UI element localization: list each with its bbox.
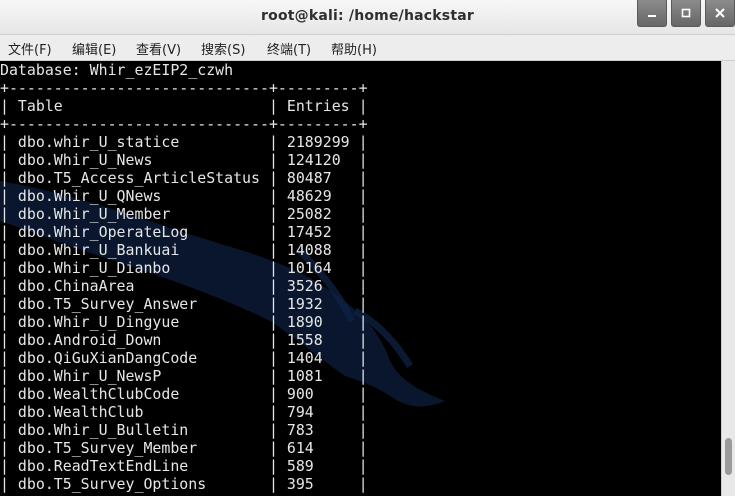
window-controls	[633, 0, 735, 28]
table-header: | Table | Entries |	[0, 97, 368, 115]
table-row: | dbo.whir_U_statice | 2189299 |	[0, 133, 368, 151]
minimize-icon[interactable]	[637, 0, 667, 27]
table-row: | dbo.Whir_OperateLog | 17452 |	[0, 223, 368, 241]
table-row: | dbo.QiGuXianDangCode | 1404 |	[0, 349, 368, 367]
menu-search[interactable]: 搜索(S)	[201, 39, 245, 58]
terminal-area[interactable]: Database: Whir_ezEIP2_czwh +------------…	[0, 61, 721, 496]
menu-view[interactable]: 查看(V)	[136, 39, 181, 58]
table-row: | dbo.WealthClub | 794 |	[0, 403, 368, 421]
menu-edit[interactable]: 编辑(E)	[72, 39, 116, 58]
table-border-top: +-----------------------------+---------…	[0, 79, 368, 97]
table-row: | dbo.Whir_U_Dingyue | 1890 |	[0, 313, 368, 331]
table-row: | dbo.Whir_U_NewsP | 1081 |	[0, 367, 368, 385]
table-row: | dbo.Whir_U_News | 124120 |	[0, 151, 368, 169]
table-row: | dbo.Whir_U_Bankuai | 14088 |	[0, 241, 368, 259]
table-row: | dbo.T5_Survey_Member | 614 |	[0, 439, 368, 457]
table-row: | dbo.T5_Access_ArticleStatus | 80487 |	[0, 169, 368, 187]
menu-help[interactable]: 帮助(H)	[331, 39, 377, 58]
table-row: | dbo.T5_Survey_Options | 395 |	[0, 475, 368, 493]
table-border-mid: +-----------------------------+---------…	[0, 115, 368, 133]
table-row: | dbo.Whir_U_Member | 25082 |	[0, 205, 368, 223]
close-icon[interactable]	[705, 0, 735, 27]
table-row: | dbo.Whir_U_Bulletin | 783 |	[0, 421, 368, 439]
scrollbar-thumb[interactable]	[725, 438, 732, 475]
table-row: | dbo.Android_Down | 1558 |	[0, 331, 368, 349]
window-titlebar[interactable]: root@kali: /home/hackstar	[0, 0, 735, 35]
vertical-scrollbar[interactable]	[721, 61, 735, 496]
menu-bar: 文件(F) 编辑(E) 查看(V) 搜索(S) 终端(T) 帮助(H)	[0, 35, 735, 61]
table-row: | dbo.ReadTextEndLine | 589 |	[0, 457, 368, 475]
table-row: | dbo.T5_Survey_Answer | 1932 |	[0, 295, 368, 313]
table-row: | dbo.Whir_U_Dianbo | 10164 |	[0, 259, 368, 277]
table-row: | dbo.ChinaArea | 3526 |	[0, 277, 368, 295]
table-row: | dbo.WealthClubCode | 900 |	[0, 385, 368, 403]
maximize-icon[interactable]	[671, 0, 701, 27]
menu-file[interactable]: 文件(F)	[8, 39, 52, 58]
table-row: | dbo.Whir_U_QNews | 48629 |	[0, 187, 368, 205]
menu-terminal[interactable]: 终端(T)	[267, 39, 311, 58]
database-line: Database: Whir_ezEIP2_czwh	[0, 61, 234, 79]
window-title: root@kali: /home/hackstar	[261, 8, 474, 24]
